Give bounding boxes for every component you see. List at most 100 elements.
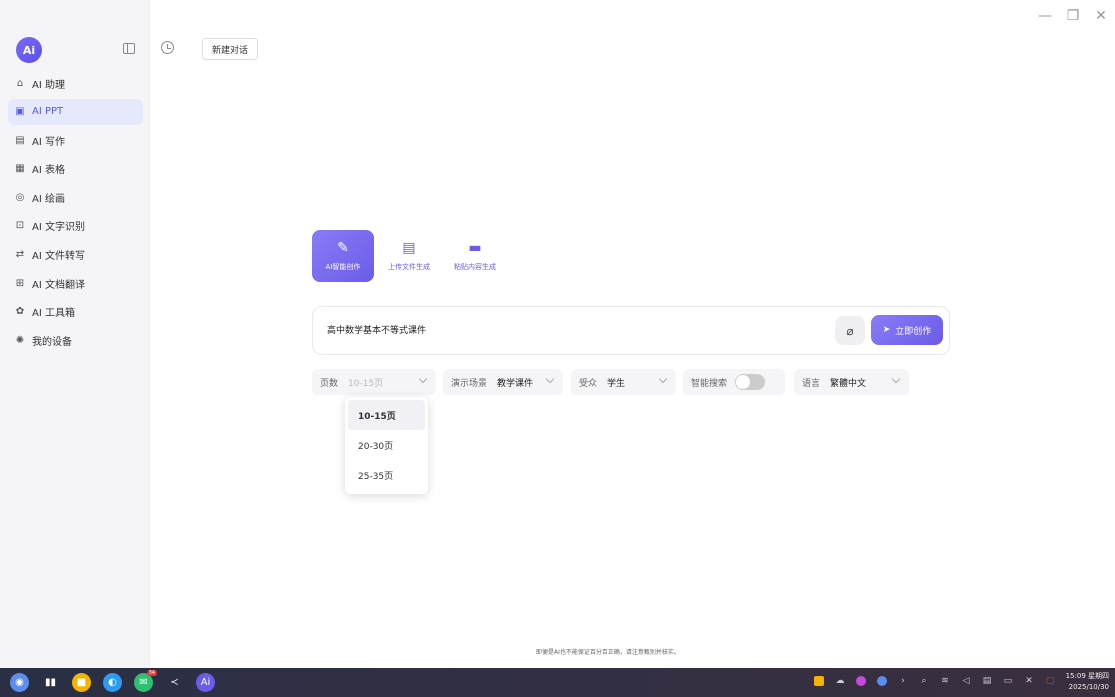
- sidebar-item-label: AI 表格: [32, 165, 65, 177]
- cloud-icon[interactable]: ☁: [835, 676, 845, 686]
- ai-app-icon-glyph: Ai: [200, 677, 211, 688]
- smart-search-toggle[interactable]: [735, 374, 766, 390]
- toolbox-icon: ✿: [15, 306, 25, 318]
- pages-label: 页数: [320, 378, 339, 389]
- sidebar-item-2[interactable]: ▤ AI 写作: [8, 127, 143, 153]
- palette-icon: ◎: [15, 191, 25, 203]
- mode-label: 粘贴内容生成: [454, 263, 496, 271]
- unread-badge: 34: [146, 670, 157, 676]
- mode-label: 上传文件生成: [388, 263, 430, 271]
- language-value: 繁體中文: [830, 378, 867, 389]
- audience-select[interactable]: 受众 学生: [571, 369, 676, 395]
- clock-time: 15:09 星期四: [1065, 672, 1109, 680]
- sidebar-nav: ⌂ AI 助理 ▣ AI PPT ▤ AI 写作 ▦ AI 表格 ◎ AI 绘画 ⊡ AI 文字识别 ⇄…: [8, 70, 143, 356]
- volume-icon[interactable]: ◁: [961, 676, 971, 686]
- smart-search-label: 智能搜索: [691, 378, 728, 389]
- launcher-icon[interactable]: ◉: [10, 673, 29, 692]
- sidebar-item-label: AI 助理: [32, 79, 65, 91]
- history-icon[interactable]: [161, 41, 174, 54]
- sidebar-item-5[interactable]: ⊡ AI 文字识别: [8, 213, 143, 239]
- scene-value: 教学课件: [497, 378, 534, 389]
- keyboard-icon[interactable]: ▤: [982, 676, 992, 686]
- pages-option[interactable]: 20-30页: [348, 430, 425, 460]
- language-label: 语言: [802, 378, 821, 389]
- taskbar-apps: ◉ ▮▮ ■ ◐ ✉ 34 ≺ Ai: [10, 670, 215, 692]
- browser-icon[interactable]: ◐: [103, 673, 122, 692]
- writing-icon: ▤: [15, 134, 25, 146]
- chat-app-icon-glyph: ✉: [139, 677, 148, 688]
- ocr-icon: ⊡: [15, 220, 25, 232]
- window-controls: — ❐ ✕: [1037, 8, 1109, 24]
- prompt-input-box[interactable]: 高中数学基本不等式课件 ⌀ ➤ 立即创作: [312, 306, 950, 355]
- disclaimer: 即便是AI也不能保证百分百正确，请注意甄别并核实。: [536, 649, 680, 656]
- scene-select[interactable]: 演示场景 教学课件: [443, 369, 563, 395]
- search-icon[interactable]: ⌕: [919, 676, 929, 686]
- ai-app-icon[interactable]: Ai: [196, 673, 215, 692]
- audience-label: 受众: [579, 378, 598, 389]
- sidebar-item-label: AI PPT: [32, 106, 64, 118]
- chevron-down-icon: [658, 374, 668, 384]
- table-icon: ▦: [15, 163, 25, 175]
- multitask-icon[interactable]: ▮▮: [41, 673, 60, 692]
- sidebar-item-1[interactable]: ▣ AI PPT: [8, 98, 143, 125]
- battery-icon[interactable]: ▭: [1003, 676, 1013, 686]
- mode-0[interactable]: ✎ AI智能创作: [312, 230, 374, 282]
- pages-value: 10-15页: [348, 378, 384, 389]
- sidebar-item-6[interactable]: ⇄ AI 文件转写: [8, 242, 143, 268]
- language-select[interactable]: 语言 繁體中文: [794, 369, 909, 395]
- sidebar-item-8[interactable]: ✿ AI 工具箱: [8, 299, 143, 325]
- prompt-input[interactable]: 高中数学基本不等式课件: [327, 323, 426, 336]
- bluetooth-icon[interactable]: ✕: [1024, 676, 1034, 686]
- audience-value: 学生: [607, 378, 626, 389]
- sidebar-item-3[interactable]: ▦ AI 表格: [8, 156, 143, 182]
- mode-2[interactable]: ▬ 粘贴内容生成: [444, 230, 506, 282]
- pages-select[interactable]: 页数 10-15页: [312, 369, 436, 395]
- new-chat-button[interactable]: 新建对话: [202, 38, 258, 60]
- chevron-right-icon[interactable]: ›: [898, 676, 908, 686]
- sidebar-item-label: 我的设备: [32, 336, 72, 348]
- minimize-icon[interactable]: —: [1037, 8, 1053, 24]
- restore-icon[interactable]: ❐: [1065, 8, 1081, 24]
- pages-option[interactable]: 10-15页: [348, 400, 425, 430]
- pages-dropdown: 10-15页 20-30页 25-35页: [345, 397, 428, 494]
- sidebar-item-label: AI 文件转写: [32, 251, 85, 263]
- create-now-label: 立即创作: [895, 326, 932, 337]
- tray-app-icon[interactable]: [856, 676, 866, 686]
- sidebar-collapse-icon[interactable]: [123, 43, 135, 54]
- wifi-icon[interactable]: ≋: [940, 676, 950, 686]
- sidebar-item-label: AI 文档翻译: [32, 279, 85, 291]
- sidebar-item-label: AI 写作: [32, 136, 65, 148]
- smart-search-option: 智能搜索: [683, 369, 785, 395]
- sidebar: Ai ⌂ AI 助理 ▣ AI PPT ▤ AI 写作 ▦ AI 表格 ◎ AI 绘画 ⊡ AI 文字…: [0, 0, 150, 668]
- multitask-icon-glyph: ▮▮: [44, 677, 56, 688]
- system-tray: ☁ › ⌕ ≋ ◁ ▤ ▭ ✕ ▢: [814, 676, 1055, 686]
- creation-modes: ✎ AI智能创作 ▤ 上传文件生成 ▬ 粘贴内容生成: [312, 230, 506, 282]
- pen-icon: ✎: [337, 240, 349, 256]
- sidebar-item-4[interactable]: ◎ AI 绘画: [8, 184, 143, 210]
- close-icon[interactable]: ✕: [1093, 8, 1109, 24]
- clock[interactable]: 15:09 星期四 2025/10/30: [1066, 671, 1109, 693]
- pages-option[interactable]: 25-35页: [348, 460, 425, 490]
- sidebar-item-0[interactable]: ⌂ AI 助理: [8, 70, 143, 96]
- vscode-icon[interactable]: ≺: [165, 673, 184, 692]
- mode-1[interactable]: ▤ 上传文件生成: [378, 230, 440, 282]
- mode-label: AI智能创作: [325, 263, 361, 271]
- send-icon: ➤: [882, 325, 891, 335]
- clock-date: 2025/10/30: [1068, 683, 1109, 691]
- notification-icon[interactable]: ▢: [1045, 676, 1055, 686]
- attach-button[interactable]: ⌀: [835, 316, 865, 345]
- sidebar-item-7[interactable]: ⊞ AI 文档翻译: [8, 270, 143, 296]
- tray-app-icon[interactable]: [814, 676, 824, 686]
- files-icon-glyph: ■: [76, 677, 87, 688]
- files-icon[interactable]: ■: [72, 673, 91, 692]
- app-logo: Ai: [16, 37, 42, 63]
- chat-app-icon[interactable]: ✉ 34: [134, 670, 157, 692]
- create-now-button[interactable]: ➤ 立即创作: [871, 315, 943, 345]
- file-icon: ▤: [402, 240, 416, 256]
- chevron-down-icon: [418, 374, 428, 384]
- chevron-down-icon: [545, 374, 555, 384]
- sidebar-item-label: AI 工具箱: [32, 308, 75, 320]
- vscode-icon-glyph: ≺: [170, 677, 179, 688]
- sidebar-item-9[interactable]: ✺ 我的设备: [8, 327, 143, 353]
- tray-app-icon[interactable]: [877, 676, 887, 686]
